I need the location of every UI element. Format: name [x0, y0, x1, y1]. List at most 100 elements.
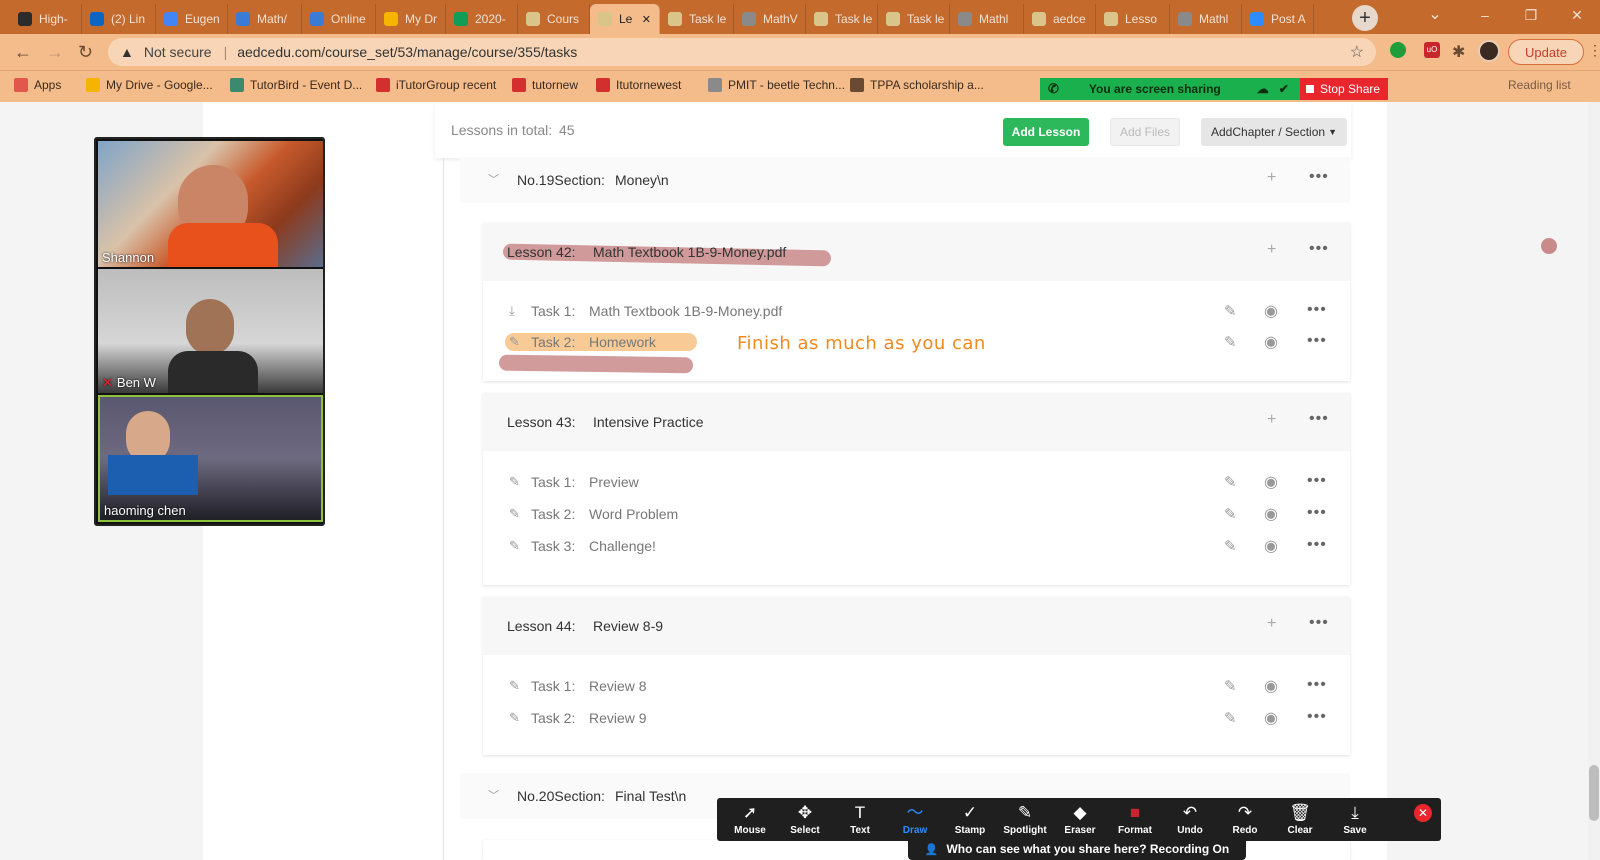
more-options-icon[interactable]: •••	[1309, 614, 1329, 632]
browser-tab[interactable]: My Dr	[376, 4, 446, 34]
toolbar-spotlight-button[interactable]: ✎ Spotlight	[998, 802, 1052, 836]
preview-eye-icon[interactable]: ◉	[1264, 301, 1278, 321]
extension-icon[interactable]	[1390, 42, 1406, 58]
edit-pencil-icon[interactable]: ✎	[1224, 537, 1237, 555]
lesson-header[interactable]: Lesson 44: Review 8-9 + •••	[483, 597, 1350, 655]
more-options-icon[interactable]: •••	[1309, 240, 1329, 258]
add-chapter-section-button[interactable]: AddChapter / Section ▼	[1201, 118, 1347, 146]
more-options-icon[interactable]: •••	[1307, 536, 1327, 554]
browser-tab[interactable]: aedce	[1024, 4, 1096, 34]
profile-avatar[interactable]	[1478, 40, 1500, 62]
edit-pencil-icon[interactable]: ✎	[1224, 302, 1237, 320]
menu-kebab-icon[interactable]: ⋮	[1588, 42, 1600, 59]
preview-eye-icon[interactable]: ◉	[1264, 708, 1278, 728]
add-lesson-button[interactable]: Add Lesson	[1003, 118, 1089, 146]
toolbar-undo-button[interactable]: ↶ Undo	[1163, 802, 1217, 836]
browser-tab[interactable]: Le ✕	[590, 4, 660, 34]
video-tile[interactable]: ✕ Ben W	[98, 269, 323, 393]
browser-tab[interactable]: MathV	[734, 4, 806, 34]
close-window-icon[interactable]: ✕	[1554, 0, 1600, 32]
toolbar-eraser-button[interactable]: ◆ Eraser	[1053, 802, 1107, 836]
more-options-icon[interactable]: •••	[1307, 301, 1327, 319]
toolbar-mouse-button[interactable]: ➚ Mouse	[723, 802, 777, 836]
video-tile[interactable]: Shannon	[98, 141, 323, 267]
lesson-header[interactable]: Lesson 43: Intensive Practice + •••	[483, 393, 1350, 451]
task-row[interactable]: ✎ Task 3: Challenge! ✎ ◉ •••	[483, 532, 1350, 560]
zoom-status-bar[interactable]: 👤 Who can see what you share here? Recor…	[908, 838, 1246, 860]
task-row[interactable]: ✎ Task 1: Review 8 ✎ ◉ •••	[483, 672, 1350, 700]
bookmark-item[interactable]: tutornew	[512, 78, 578, 92]
toolbar-select-button[interactable]: ✥ Select	[778, 802, 832, 836]
toolbar-text-button[interactable]: T Text	[833, 802, 887, 836]
browser-tab[interactable]: Mathl	[1170, 4, 1242, 34]
browser-tab[interactable]: Online	[302, 4, 376, 34]
address-bar[interactable]: ▲ Not secure | aedcedu.com/course_set/53…	[108, 38, 1376, 66]
task-row[interactable]: ✎ Task 2: Word Problem ✎ ◉ •••	[483, 500, 1350, 528]
stop-share-button[interactable]: Stop Share	[1300, 78, 1388, 100]
more-options-icon[interactable]: •••	[1307, 504, 1327, 522]
add-icon[interactable]: +	[1267, 615, 1276, 633]
more-options-icon[interactable]: •••	[1307, 676, 1327, 694]
browser-tab[interactable]: Task le	[878, 4, 950, 34]
close-toolbar-icon[interactable]: ✕	[1414, 804, 1432, 822]
task-row[interactable]: ✎ Task 2: Review 9 ✎ ◉ •••	[483, 704, 1350, 732]
video-gallery-panel[interactable]: Shannon ✕ Ben W haoming chen	[94, 137, 325, 526]
back-icon[interactable]: ←	[14, 42, 32, 63]
bookmark-item[interactable]: TPPA scholarship a...	[850, 78, 984, 92]
browser-tab[interactable]: Task le	[806, 4, 878, 34]
add-icon[interactable]: +	[1267, 411, 1276, 429]
browser-tab[interactable]: Cours	[518, 4, 590, 34]
toolbar-redo-button[interactable]: ↷ Redo	[1218, 802, 1272, 836]
add-files-button[interactable]: Add Files	[1110, 118, 1180, 146]
more-options-icon[interactable]: •••	[1309, 410, 1329, 428]
collapse-chevron-icon[interactable]: ﹀	[488, 171, 499, 187]
forward-icon[interactable]: →	[46, 42, 64, 63]
reading-list-link[interactable]: Reading list	[1508, 78, 1571, 92]
task-row[interactable]: ✎ Task 1: Preview ✎ ◉ •••	[483, 468, 1350, 496]
more-options-icon[interactable]: •••	[1307, 332, 1327, 350]
restore-icon[interactable]: ❐	[1508, 0, 1554, 32]
bookmark-item[interactable]: Itutornewest	[596, 78, 681, 92]
update-button[interactable]: Update	[1508, 39, 1584, 65]
new-tab-button[interactable]: +	[1352, 5, 1378, 31]
video-tile[interactable]: haoming chen	[98, 395, 323, 522]
lesson-header[interactable]: Lesson 42: Math Textbook 1B-9-Money.pdf …	[483, 223, 1350, 281]
reload-icon[interactable]: ↻	[78, 42, 93, 63]
browser-tab[interactable]: 2020-	[446, 4, 518, 34]
bookmark-item[interactable]: TutorBird - Event D...	[230, 78, 362, 92]
browser-tab[interactable]: (2) Lin	[82, 4, 156, 34]
toolbar-clear-button[interactable]: 🗑 Clear	[1273, 802, 1327, 836]
scrollbar-thumb[interactable]	[1589, 765, 1599, 821]
add-icon[interactable]: +	[1267, 169, 1276, 187]
toolbar-format-button[interactable]: ■ Format	[1108, 802, 1162, 836]
bookmark-item[interactable]: PMIT - beetle Techn...	[708, 78, 845, 92]
browser-tab[interactable]: Lesso	[1096, 4, 1170, 34]
browser-tab[interactable]: Math/	[228, 4, 302, 34]
close-tab-icon[interactable]: ✕	[642, 13, 651, 26]
section-row[interactable]: ﹀ No.19Section: Money\n + •••	[460, 157, 1350, 203]
bookmark-star-icon[interactable]: ☆	[1350, 42, 1364, 62]
edit-pencil-icon[interactable]: ✎	[1224, 505, 1237, 523]
edit-pencil-icon[interactable]: ✎	[1224, 473, 1237, 491]
browser-tab[interactable]: Task le	[660, 4, 734, 34]
preview-eye-icon[interactable]: ◉	[1264, 676, 1278, 696]
toolbar-stamp-button[interactable]: ✓ Stamp	[943, 802, 997, 836]
browser-tab[interactable]: Post A	[1242, 4, 1314, 34]
browser-tab[interactable]: Mathl	[950, 4, 1024, 34]
edit-pencil-icon[interactable]: ✎	[1224, 333, 1237, 351]
more-options-icon[interactable]: •••	[1307, 472, 1327, 490]
bookmark-item[interactable]: iTutorGroup recent	[376, 78, 496, 92]
more-options-icon[interactable]: •••	[1307, 708, 1327, 726]
toolbar-draw-button[interactable]: 〜 Draw	[888, 802, 942, 836]
more-options-icon[interactable]: •••	[1309, 168, 1329, 186]
ublock-icon[interactable]: uO	[1424, 42, 1440, 58]
tab-search-icon[interactable]: ⌄	[1418, 0, 1452, 32]
edit-pencil-icon[interactable]: ✎	[1224, 677, 1237, 695]
page-scrollbar[interactable]	[1588, 102, 1600, 860]
preview-eye-icon[interactable]: ◉	[1264, 472, 1278, 492]
extensions-puzzle-icon[interactable]: ✱	[1452, 42, 1465, 62]
task-row[interactable]: ⤓ Task 1: Math Textbook 1B-9-Money.pdf ✎…	[483, 297, 1350, 325]
bookmark-item[interactable]: Apps	[14, 78, 61, 92]
preview-eye-icon[interactable]: ◉	[1264, 536, 1278, 556]
minimize-icon[interactable]: –	[1462, 0, 1508, 32]
